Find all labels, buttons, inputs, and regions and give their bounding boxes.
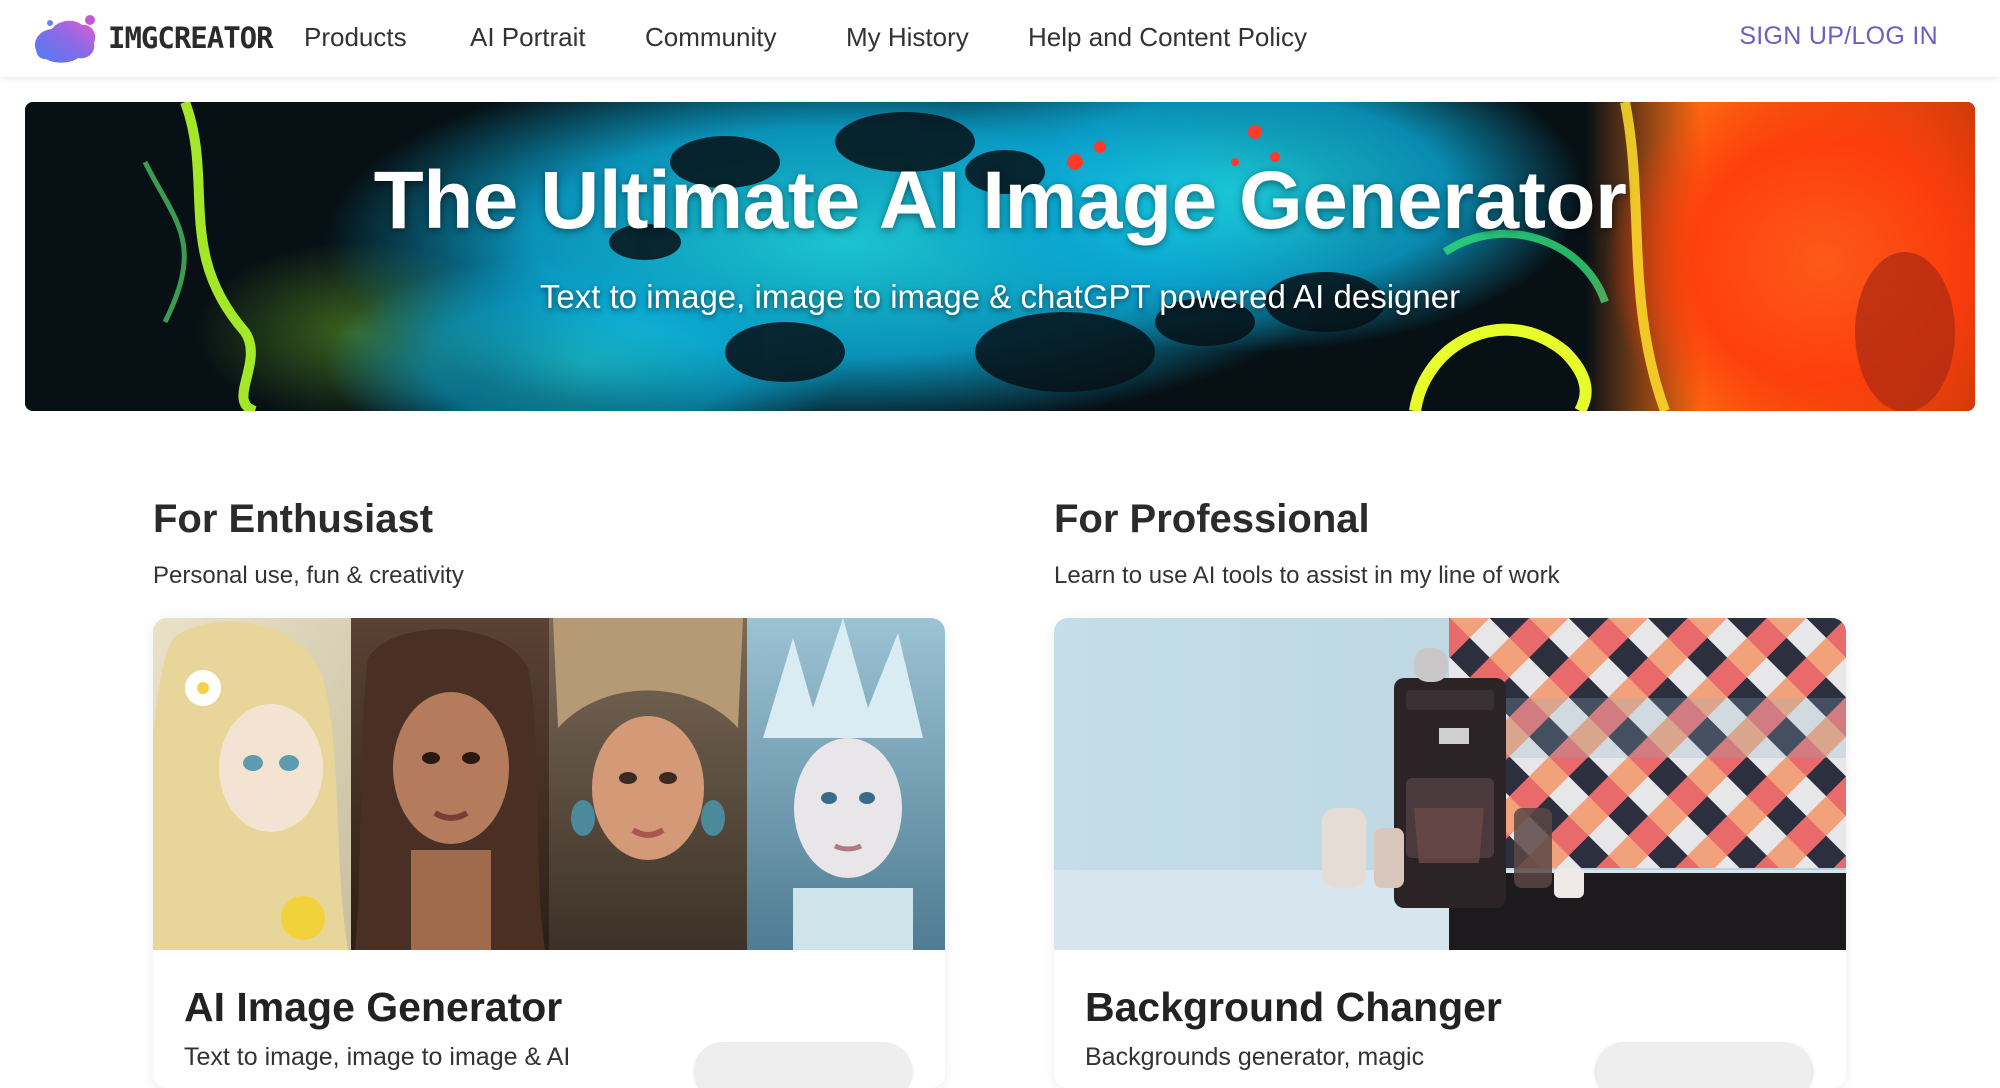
card-ai-image-generator[interactable]: AI Image Generator Text to image, image … — [153, 618, 945, 1088]
section-title-enthusiast: For Enthusiast — [153, 497, 434, 541]
nav-ai-portrait[interactable]: AI Portrait — [470, 22, 586, 53]
top-navbar: IMGCREATOR Products AI Portrait Communit… — [0, 0, 2000, 77]
hero-subtitle: Text to image, image to image & chatGPT … — [539, 278, 1461, 315]
portrait-collage-image — [153, 618, 945, 950]
card-description: Text to image, image to image & AI — [184, 1043, 571, 1071]
imgcreator-logo-icon — [34, 15, 96, 63]
section-title-professional: For Professional — [1054, 497, 1370, 541]
product-background-image — [1054, 618, 1846, 950]
nav-help-content-policy[interactable]: Help and Content Policy — [1028, 22, 1307, 53]
card-image-coffee-maker — [1054, 618, 1846, 950]
site-logo[interactable]: IMGCREATOR — [30, 12, 274, 64]
section-subtitle-enthusiast: Personal use, fun & creativity — [153, 562, 464, 589]
nav-my-history[interactable]: My History — [846, 22, 969, 53]
card-description: Backgrounds generator, magic — [1085, 1043, 1425, 1071]
nav-community[interactable]: Community — [645, 22, 776, 53]
hero-title: The Ultimate AI Image Generator — [373, 155, 1627, 246]
card-title: Background Changer — [1085, 984, 1502, 1030]
card-image-portraits — [153, 618, 945, 950]
card-action-button[interactable] — [1594, 1042, 1814, 1088]
hero-banner: The Ultimate AI Image Generator Text to … — [25, 102, 1975, 411]
nav-products[interactable]: Products — [304, 22, 407, 53]
card-background-changer[interactable]: Background Changer Backgrounds generator… — [1054, 618, 1846, 1088]
hero-fluid-art-background — [25, 102, 1975, 411]
card-title: AI Image Generator — [184, 984, 563, 1030]
signup-login-link[interactable]: SIGN UP/LOG IN — [1739, 22, 1938, 51]
card-action-button[interactable] — [693, 1042, 913, 1088]
section-subtitle-professional: Learn to use AI tools to assist in my li… — [1054, 562, 1560, 589]
logo-text: IMGCREATOR — [108, 21, 274, 55]
